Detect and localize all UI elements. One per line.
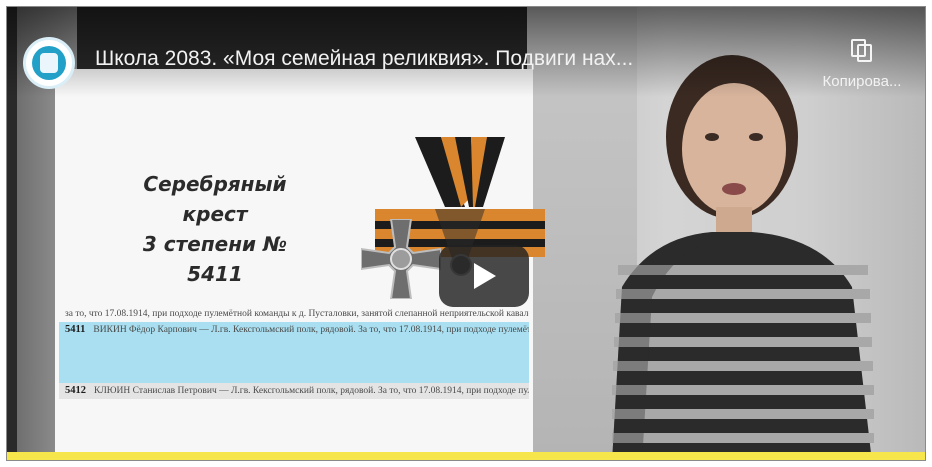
- record-continuation: [65, 370, 95, 380]
- school-logo-icon[interactable]: [23, 37, 75, 89]
- record-row-highlighted-cont: [59, 338, 529, 353]
- copy-link-icon: [849, 37, 875, 63]
- record-row: 5412 КЛЮИН Станислав Петрович — Л.гв. Кек…: [59, 383, 529, 399]
- award-title: Серебряный крест 3 степени № 5411: [115, 169, 315, 289]
- record-row-highlighted-cont: [59, 368, 529, 383]
- record-text: ВИКИН Фёдор Карпович — Л.гв. Кексгольмск…: [93, 325, 529, 335]
- silver-cross-icon: [361, 219, 441, 299]
- copy-link-label: Копирова...: [822, 73, 902, 90]
- record-text: за то, что 17.08.1914, при подходе пулем…: [65, 309, 529, 319]
- video-title[interactable]: Школа 2083. «Моя семейная реликвия». Под…: [95, 47, 785, 71]
- record-row-highlighted-cont: [59, 353, 529, 368]
- play-button[interactable]: [439, 245, 529, 307]
- logo-core: [40, 53, 58, 73]
- record-continuation: [65, 355, 95, 365]
- video-embed-frame[interactable]: Серебряный крест 3 степени № 5411 за то,…: [6, 6, 926, 461]
- record-row-highlighted: 5411 ВИКИН Фёдор Карпович — Л.гв. Кексгол…: [59, 322, 529, 338]
- record-number: 5412: [65, 385, 86, 396]
- record-row: за то, что 17.08.1914, при подходе пулем…: [59, 307, 529, 322]
- record-text: КЛЮИН Станислав Петрович — Л.гв. Кексгол…: [94, 386, 529, 396]
- video-thumbnail[interactable]: Серебряный крест 3 степени № 5411 за то,…: [7, 7, 925, 460]
- play-icon: [474, 263, 496, 289]
- record-number: 5411: [65, 324, 86, 335]
- copy-link-button[interactable]: Копирова...: [807, 37, 917, 107]
- award-title-line1: Серебряный крест: [143, 172, 287, 226]
- accent-strip: [7, 452, 925, 460]
- award-title-line2: 3 степени № 5411: [142, 232, 288, 286]
- award-records: за то, что 17.08.1914, при подходе пулем…: [59, 307, 529, 399]
- record-continuation: [65, 340, 95, 350]
